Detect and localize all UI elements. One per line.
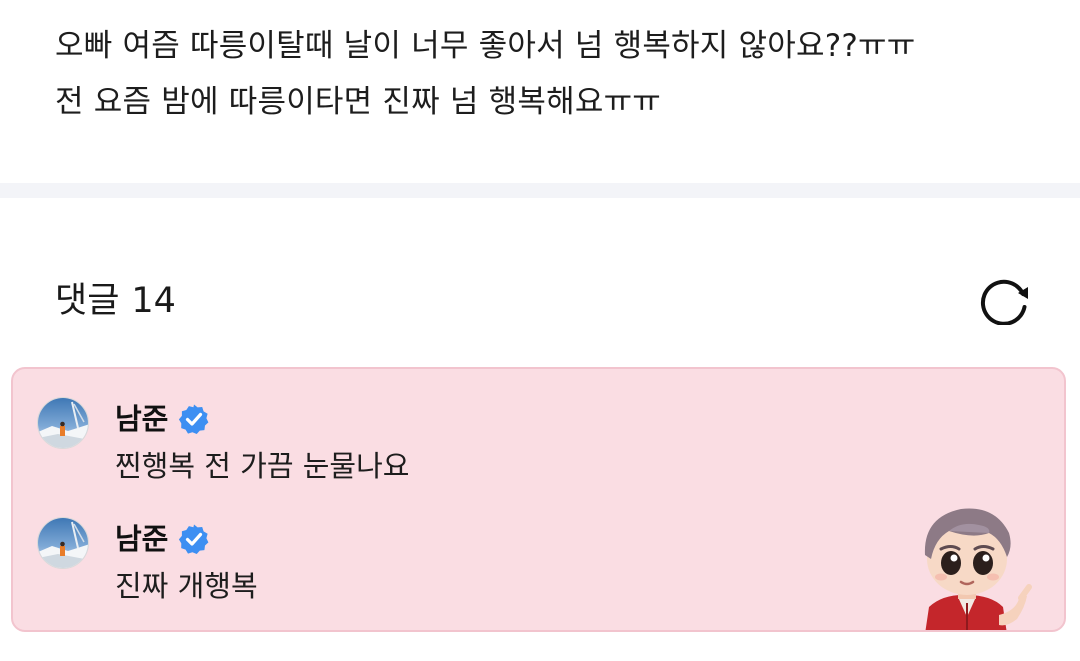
verified-badge-icon [179,524,209,554]
author-name[interactable]: 남준 [115,521,168,557]
comment-card: 남준 찐행복 전 가끔 눈물나요 남준 진짜 개행복 [11,367,1066,632]
comments-title: 댓글 14 [55,280,176,322]
verified-badge-icon [179,404,209,434]
post-text-line-1: 오빠 여즘 따릉이탈때 날이 너무 좋아서 넘 행복하지 않아요??ㅠㅠ [55,28,916,64]
comments-count: 14 [131,281,176,321]
author-row: 남준 [115,521,210,557]
comment-item: 남준 찐행복 전 가끔 눈물나요 [13,395,913,485]
comments-header: 댓글 14 [55,277,1032,325]
post-text-line-2: 전 요즘 밤에 따릉이타면 진짜 넘 행복해요ㅠㅠ [55,84,662,120]
section-divider [0,183,1080,198]
avatar-photo-icon [38,518,88,568]
post-body: 오빠 여즘 따릉이탈때 날이 너무 좋아서 넘 행복하지 않아요??ㅠㅠ 전 요… [55,18,1055,130]
comment-text: 찐행복 전 가끔 눈물나요 [115,449,410,483]
refresh-icon [980,279,1028,325]
author-avatar[interactable] [37,397,89,449]
comment-text: 진짜 개행복 [115,569,258,603]
character-sticker-icon [924,508,1032,630]
author-avatar[interactable] [37,517,89,569]
comments-title-label: 댓글 [55,281,120,321]
comment-item: 남준 진짜 개행복 [13,515,913,605]
author-name[interactable]: 남준 [115,401,168,437]
avatar-photo-icon [38,398,88,448]
author-row: 남준 [115,401,210,437]
refresh-button[interactable] [980,277,1032,325]
